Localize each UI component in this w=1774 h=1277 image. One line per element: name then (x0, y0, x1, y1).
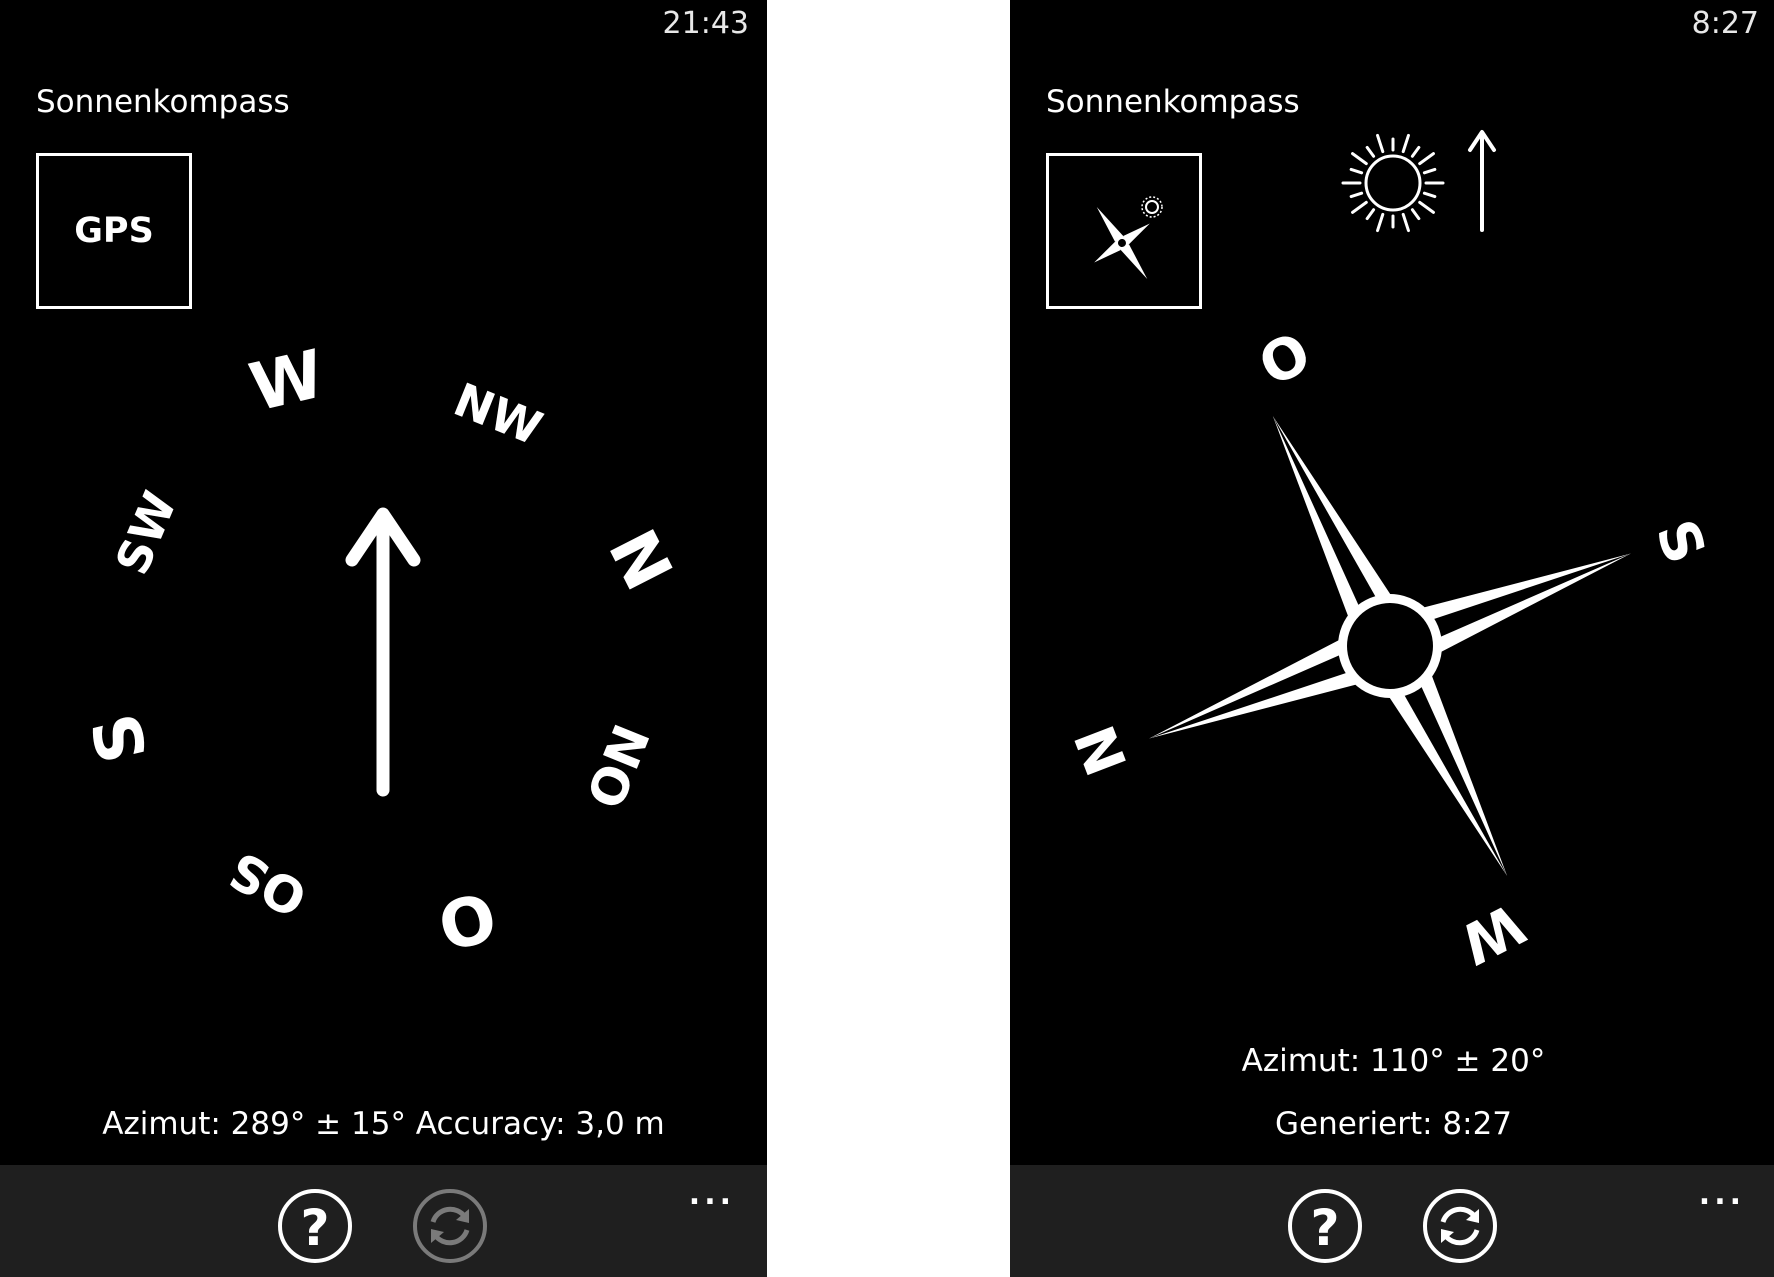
svg-text:?: ? (300, 1199, 329, 1257)
svg-text:?: ? (1310, 1199, 1339, 1257)
direction-s: S (77, 706, 163, 770)
compass-dial: W NW N NO O OS S SW (77, 335, 687, 964)
help-icon[interactable]: ? (276, 1187, 354, 1265)
compass-needle-icon (1149, 416, 1631, 876)
direction-no: NO (574, 716, 659, 816)
phone-screen-right: 8:27 Sonnenkompass O S W N Azimut: 110° … (1010, 0, 1774, 1277)
heading-arrow-icon (345, 507, 421, 797)
direction-n: N (1063, 716, 1140, 783)
refresh-icon[interactable] (1421, 1187, 1499, 1265)
app-bar: ? ... (1010, 1165, 1774, 1277)
phone-screen-left: 21:43 Sonnenkompass GPS W NW N NO O OS S… (0, 0, 767, 1277)
more-options-button[interactable]: ... (1699, 1177, 1745, 1212)
compass-rose: O S W N (1063, 320, 1717, 976)
app-bar: ? ... (0, 1165, 767, 1277)
refresh-icon[interactable] (411, 1187, 489, 1265)
direction-sw: SW (105, 484, 187, 582)
azimuth-accuracy-text: Azimut: 289° ± 15° Accuracy: 3,0 m (102, 1106, 665, 1142)
azimuth-text: Azimut: 110° ± 20° (1241, 1043, 1546, 1079)
direction-nw: NW (447, 372, 550, 456)
direction-o: O (1249, 320, 1321, 400)
direction-os: OS (220, 840, 317, 928)
direction-w: W (243, 335, 331, 426)
direction-w: W (1450, 890, 1535, 976)
direction-s: S (1642, 512, 1717, 573)
more-options-button[interactable]: ... (689, 1177, 735, 1212)
direction-o: O (430, 876, 503, 964)
generated-time-text: Generiert: 8:27 (1274, 1106, 1513, 1142)
help-icon[interactable]: ? (1286, 1187, 1364, 1265)
direction-n: N (593, 518, 687, 602)
